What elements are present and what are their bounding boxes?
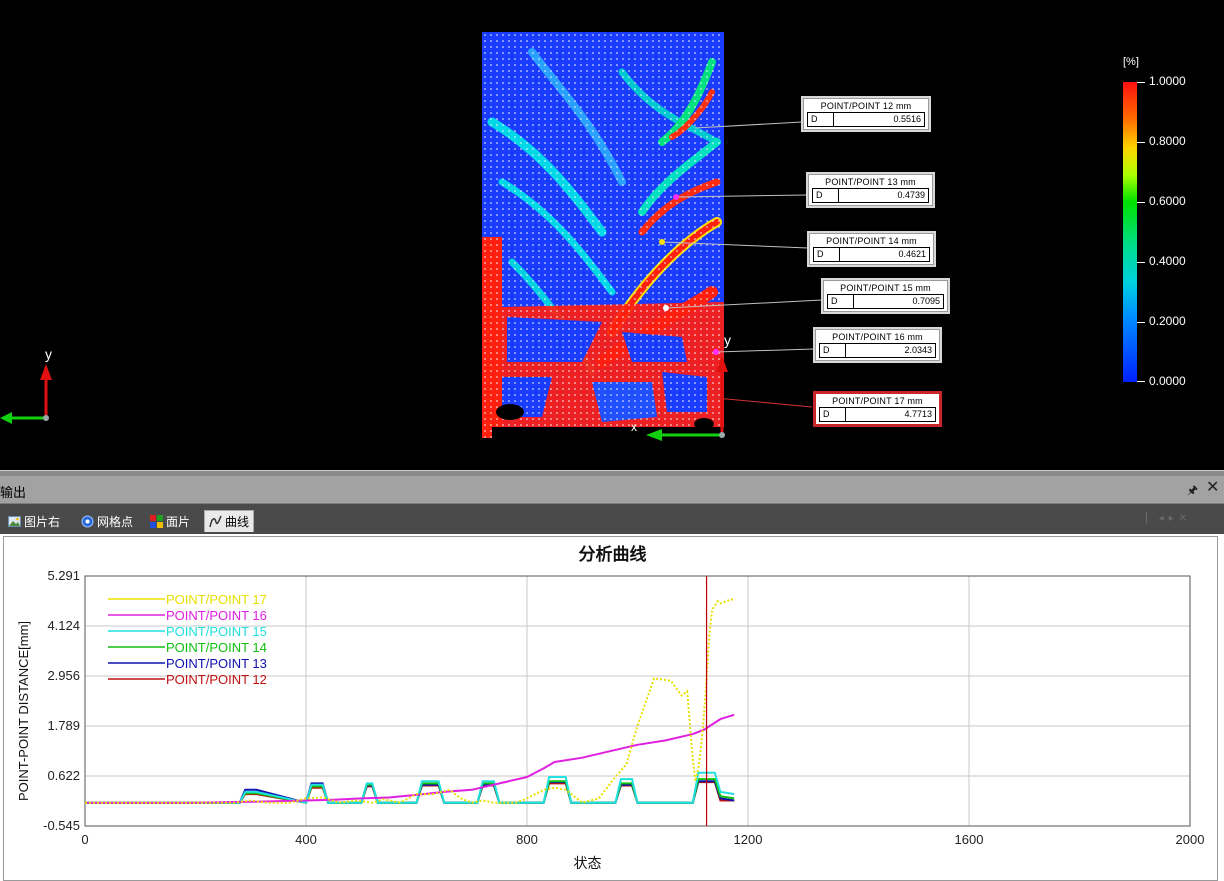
y-tick-label: 1.789 [47,718,80,733]
callout-title: POINT/POINT 15 mm [840,283,931,293]
close-icon[interactable]: ✕ [1206,479,1219,495]
legend-tick [1137,322,1145,323]
callout-key: D [828,295,854,308]
y-tick-label: 2.956 [47,668,80,683]
legend-label: 0.0000 [1149,374,1186,388]
callout-key: D [820,408,846,421]
callout-title: POINT/POINT 13 mm [825,177,916,187]
x-tick-label: 0 [81,832,88,847]
callout-key: D [814,248,840,261]
callout-key: D [813,189,839,202]
legend-entry: POINT/POINT 15 [166,624,267,639]
x-axis-label: 状态 [574,856,602,872]
output-panel-header: 输出 🖈 ✕ [0,476,1224,504]
callout-title: POINT/POINT 16 mm [832,332,923,342]
color-legend: [%] 1.0000 0.8000 0.6000 0.4000 0.2000 0… [1115,56,1215,396]
tab-label: 图片右 [24,514,61,529]
y-tick-label: 5.291 [47,568,80,583]
callout-point-14[interactable]: POINT/POINT 14 mm D 0.4621 [809,233,934,265]
local-x-axis-label: x [631,420,637,434]
callout-point-12[interactable]: POINT/POINT 12 mm D 0.5516 [803,98,929,130]
facet-icon [150,514,163,528]
y-tick-label: 0.622 [47,768,80,783]
legend-tick [1137,142,1145,143]
callout-point-16[interactable]: POINT/POINT 16 mm D 2.0343 [815,329,940,361]
legend-entry: POINT/POINT 13 [166,656,267,671]
callout-value: 4.7713 [904,409,932,419]
x-tick-label: 800 [516,832,538,847]
legend-label: 0.4000 [1149,254,1186,268]
x-tick-label: 1200 [734,832,763,847]
callout-value: 0.5516 [893,114,921,124]
callout-key: D [820,344,846,357]
panel-tab-bar: 图片右 网格点 面片 曲线 ▏◂▸✕ [0,504,1224,534]
3d-viewport[interactable]: y y x POINT/POINT 12 mm D 0.5516 POINT/PO… [0,0,1224,470]
legend-tick [1137,202,1145,203]
callout-value: 0.4739 [897,190,925,200]
grid-point-icon [81,515,94,528]
tab-facets[interactable]: 面片 [146,510,194,532]
legend-entry: POINT/POINT 12 [166,672,267,687]
legend-tick [1137,381,1145,382]
callout-key: D [808,113,834,126]
legend-label: 0.8000 [1149,134,1186,148]
legend-color-bar [1123,82,1137,382]
local-y-axis-label: y [724,332,731,348]
tab-image-right[interactable]: 图片右 [4,510,64,532]
callout-point-13[interactable]: POINT/POINT 13 mm D 0.4739 [808,174,933,206]
callout-value: 2.0343 [904,345,932,355]
legend-entry: POINT/POINT 14 [166,640,267,655]
tab-label: 曲线 [225,515,250,529]
y-tick-label: -0.545 [43,818,80,833]
x-tick-label: 1600 [955,832,984,847]
analysis-curve-chart[interactable]: 0 400 800 1200 1600 2000 5.291 4.124 2.956 1.789 0… [0,534,1224,881]
legend-unit: [%] [1123,56,1139,68]
chart-title: 分析曲线 [579,544,647,565]
strain-contour-map[interactable] [482,32,724,438]
tab-label: 面片 [166,514,191,529]
legend-entry: POINT/POINT 17 [166,592,267,607]
callout-value: 0.7095 [912,296,940,306]
callout-title: POINT/POINT 17 mm [832,396,923,406]
callout-point-17[interactable]: POINT/POINT 17 mm D 4.7713 [815,393,940,425]
legend-tick [1137,82,1145,83]
tab-label: 网格点 [97,514,134,529]
panel-title: 输出 [0,486,27,501]
legend-entry: POINT/POINT 16 [166,608,267,623]
curve-icon [209,515,222,528]
legend-tick [1137,262,1145,263]
x-tick-label: 400 [295,832,317,847]
legend-label: 0.6000 [1149,194,1186,208]
callout-title: POINT/POINT 14 mm [826,236,917,246]
tab-scroll-controls[interactable]: ▏◂▸✕ [1146,513,1192,524]
callout-title: POINT/POINT 12 mm [820,101,912,111]
legend-label: 1.0000 [1149,74,1186,88]
y-axis-label: POINT-POINT DISTANCE[mm] [16,621,31,801]
global-y-axis-label: y [45,346,52,362]
image-icon [8,515,21,528]
y-tick-label: 4.124 [47,618,80,633]
callout-value: 0.4621 [898,249,926,259]
tab-grid-points[interactable]: 网格点 [77,510,137,532]
legend-label: 0.2000 [1149,314,1186,328]
tab-curves[interactable]: 曲线 [204,510,255,532]
pin-icon[interactable]: 🖈 [1187,481,1198,502]
callout-point-15[interactable]: POINT/POINT 15 mm D 0.7095 [823,280,948,312]
x-tick-label: 2000 [1176,832,1205,847]
